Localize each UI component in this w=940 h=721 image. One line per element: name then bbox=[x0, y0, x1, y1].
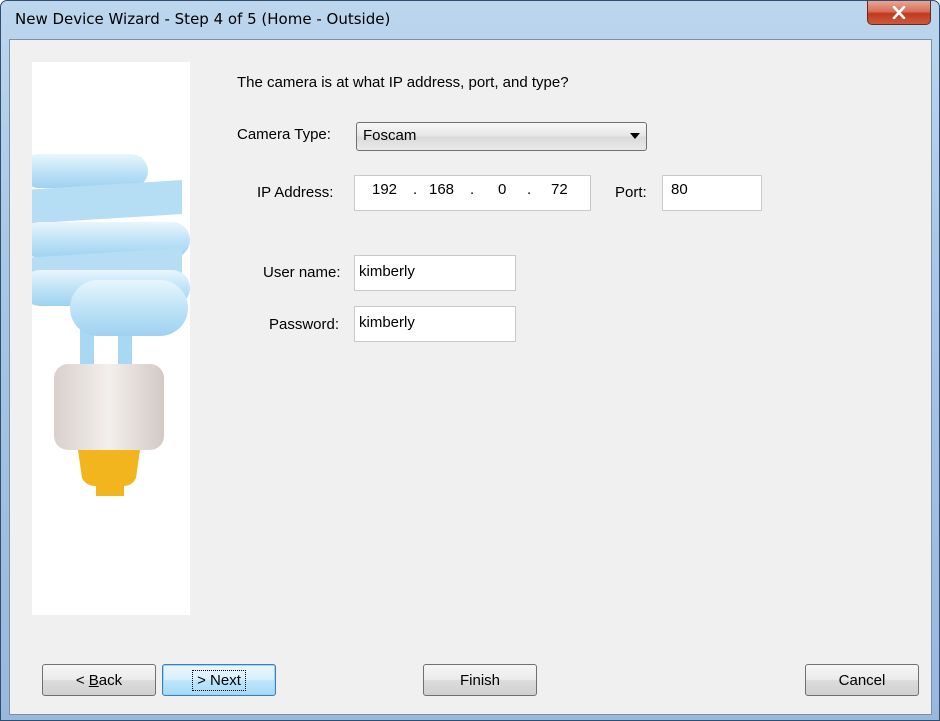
next-button[interactable]: > Next bbox=[162, 664, 276, 696]
back-button[interactable]: < Back bbox=[42, 664, 156, 696]
user-name-label: User name: bbox=[263, 264, 341, 281]
camera-type-select[interactable]: Foscam bbox=[356, 122, 647, 151]
light-bulb-icon bbox=[32, 154, 190, 496]
ip-octet-3: 0 bbox=[498, 181, 507, 198]
ip-separator: . bbox=[470, 181, 475, 198]
camera-type-label: Camera Type: bbox=[237, 126, 331, 143]
ip-octet-1: 192 bbox=[372, 181, 398, 198]
ip-separator: . bbox=[527, 181, 532, 198]
user-name-value: kimberly bbox=[359, 263, 415, 280]
wizard-image-panel bbox=[32, 62, 190, 615]
next-button-label: > Next bbox=[192, 669, 246, 691]
title-bar[interactable]: New Device Wizard - Step 4 of 5 (Home - … bbox=[1, 1, 939, 39]
password-value: kimberly bbox=[359, 314, 415, 331]
camera-type-value: Foscam bbox=[363, 127, 417, 144]
ip-octet-4: 72 bbox=[551, 181, 568, 198]
close-button[interactable] bbox=[867, 1, 931, 25]
wizard-body: The camera is at what IP address, port, … bbox=[9, 39, 932, 715]
ip-address-field[interactable]: 192 . 168 . 0 . 72 bbox=[354, 175, 591, 211]
close-icon bbox=[892, 6, 906, 19]
user-name-field[interactable]: kimberly bbox=[354, 255, 516, 291]
finish-button[interactable]: Finish bbox=[423, 664, 537, 696]
port-label: Port: bbox=[615, 184, 647, 201]
wizard-prompt: The camera is at what IP address, port, … bbox=[237, 74, 569, 91]
ip-separator: . bbox=[413, 181, 418, 198]
password-field[interactable]: kimberly bbox=[354, 306, 516, 342]
password-label: Password: bbox=[269, 316, 340, 333]
wizard-window: New Device Wizard - Step 4 of 5 (Home - … bbox=[0, 0, 940, 721]
window-title: New Device Wizard - Step 4 of 5 (Home - … bbox=[15, 10, 391, 28]
port-value: 80 bbox=[671, 181, 688, 198]
cancel-button-label: Cancel bbox=[838, 671, 886, 689]
ip-octet-2: 168 bbox=[429, 181, 455, 198]
back-button-label: < Back bbox=[75, 671, 123, 689]
port-field[interactable]: 80 bbox=[662, 175, 762, 211]
ip-address-label: IP Address: bbox=[257, 184, 334, 201]
cancel-button[interactable]: Cancel bbox=[805, 664, 919, 696]
finish-button-label: Finish bbox=[459, 671, 500, 689]
chevron-down-icon bbox=[630, 133, 640, 139]
